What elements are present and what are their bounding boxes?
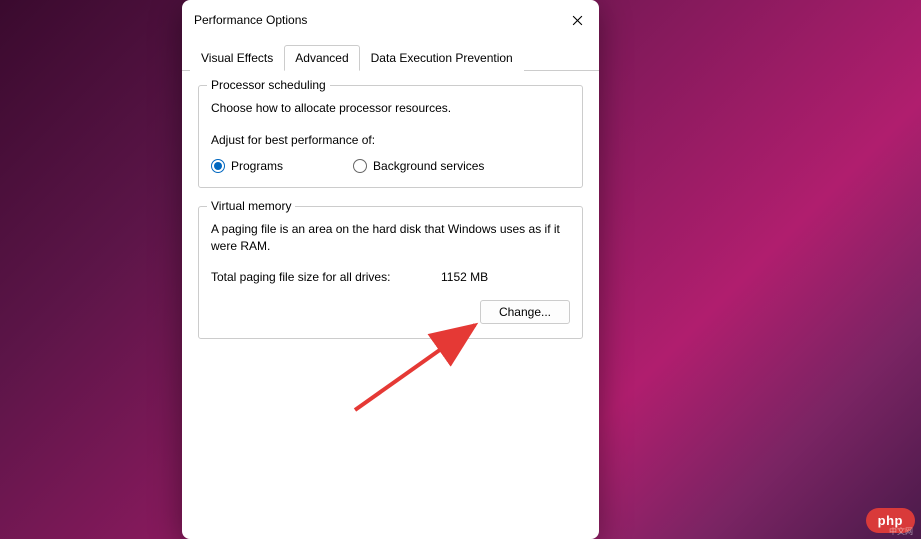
vm-description: A paging file is an area on the hard dis…	[211, 221, 570, 255]
radio-background[interactable]: Background services	[353, 159, 484, 173]
processor-description: Choose how to allocate processor resourc…	[211, 100, 570, 117]
tabstrip: Visual Effects Advanced Data Execution P…	[182, 44, 599, 71]
paging-size-row: Total paging file size for all drives: 1…	[211, 270, 570, 284]
radio-programs[interactable]: Programs	[211, 159, 283, 173]
tab-advanced[interactable]: Advanced	[284, 45, 359, 71]
radio-programs-label: Programs	[231, 159, 283, 173]
processor-scheduling-group: Processor scheduling Choose how to alloc…	[198, 85, 583, 188]
close-button[interactable]	[567, 10, 587, 30]
dialog-content: Processor scheduling Choose how to alloc…	[182, 71, 599, 539]
radio-icon	[353, 159, 367, 173]
close-icon	[572, 15, 583, 26]
group-legend: Processor scheduling	[207, 78, 330, 92]
change-button[interactable]: Change...	[480, 300, 570, 324]
virtual-memory-group: Virtual memory A paging file is an area …	[198, 206, 583, 340]
window-title: Performance Options	[194, 13, 307, 27]
adjust-label: Adjust for best performance of:	[211, 133, 570, 147]
tab-dep[interactable]: Data Execution Prevention	[360, 45, 524, 71]
radio-background-label: Background services	[373, 159, 484, 173]
titlebar: Performance Options	[182, 0, 599, 36]
radio-group: Programs Background services	[211, 159, 570, 173]
paging-size-value: 1152 MB	[441, 270, 488, 284]
tab-visual-effects[interactable]: Visual Effects	[190, 45, 284, 71]
radio-icon	[211, 159, 225, 173]
button-row: Change...	[211, 300, 570, 324]
performance-options-dialog: Performance Options Visual Effects Advan…	[182, 0, 599, 539]
group-legend: Virtual memory	[207, 199, 295, 213]
watermark-sub: 中文网	[889, 526, 913, 537]
watermark: php 中文网	[821, 499, 921, 539]
paging-size-label: Total paging file size for all drives:	[211, 270, 441, 284]
